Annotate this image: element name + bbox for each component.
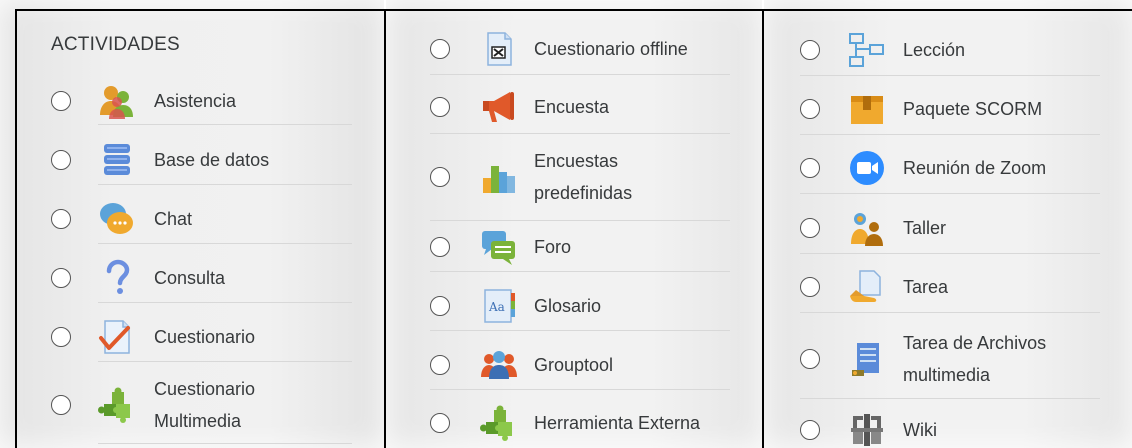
lesson-icon (848, 31, 886, 69)
row-separator (98, 124, 352, 125)
activity-radio[interactable] (800, 420, 820, 440)
row-separator (430, 271, 730, 272)
activity-label: Paquete SCORM (903, 99, 1043, 119)
activity-label: Asistencia (154, 91, 237, 111)
row-separator (430, 330, 730, 331)
megaphone-icon (480, 88, 518, 126)
zoom-icon (848, 149, 886, 187)
activity-label: Chat (154, 209, 193, 229)
activity-radio[interactable] (430, 167, 450, 187)
activity-label: Consulta (154, 268, 226, 288)
activity-radio[interactable] (430, 237, 450, 257)
activity-radio[interactable] (800, 218, 820, 238)
row-separator (800, 134, 1100, 135)
row-separator (98, 184, 352, 185)
row-separator (800, 193, 1100, 194)
activity-radio[interactable] (430, 413, 450, 433)
activity-label: Encuesta (534, 97, 610, 117)
activity-radio[interactable] (51, 150, 71, 170)
row-separator (800, 253, 1100, 254)
svg-text:Aa: Aa (488, 300, 505, 314)
row-separator (430, 133, 730, 134)
activity-label: Cuestionario (154, 327, 256, 347)
row-separator (98, 443, 352, 444)
row-separator (430, 389, 730, 390)
activity-radio[interactable] (800, 277, 820, 297)
database-icon (98, 141, 136, 179)
activity-label: Cuestionario offline (534, 39, 688, 59)
glossary-icon: Aa (480, 287, 518, 325)
question-icon (98, 259, 136, 297)
activity-label: Glosario (534, 296, 602, 316)
chat-icon (98, 200, 136, 238)
row-separator (800, 398, 1100, 399)
activity-label: Base de datos (154, 150, 270, 170)
table-border-left (15, 10, 17, 448)
table-border-top (15, 9, 1132, 11)
row-separator (98, 243, 352, 244)
activity-label: Encuestas predefinidas (534, 151, 633, 203)
activity-radio[interactable] (800, 158, 820, 178)
activity-label: Reunión de Zoom (903, 158, 1047, 178)
activity-label: Foro (534, 237, 572, 257)
activity-label: Grouptool (534, 355, 614, 375)
activity-label: Tarea de Archivos multimedia (903, 333, 1047, 385)
table-border-mid-1 (384, 10, 386, 448)
activity-radio[interactable] (430, 39, 450, 59)
activity-radio[interactable] (800, 349, 820, 369)
puzzle-icon (480, 404, 518, 442)
activity-radio[interactable] (430, 97, 450, 117)
activity-radio[interactable] (51, 91, 71, 111)
attendance-icon (98, 82, 136, 120)
bar-chart-icon (480, 158, 518, 196)
activity-label: Herramienta Externa (534, 413, 701, 433)
activity-label: Cuestionario Multimedia (154, 379, 256, 431)
row-separator (800, 312, 1100, 313)
activity-label: Tarea (903, 277, 949, 297)
activity-radio[interactable] (51, 327, 71, 347)
row-separator (800, 75, 1100, 76)
row-separator (98, 361, 352, 362)
puzzle-icon (98, 386, 136, 424)
activity-radio[interactable] (430, 296, 450, 316)
activity-label: Wiki (903, 420, 937, 440)
activity-radio[interactable] (430, 355, 450, 375)
workshop-icon (848, 209, 886, 247)
table-border-mid-2 (762, 10, 764, 448)
activity-radio[interactable] (51, 268, 71, 288)
package-icon (848, 90, 886, 128)
row-separator (98, 302, 352, 303)
forum-icon (480, 228, 518, 266)
quiz-icon (98, 318, 136, 356)
activity-radio[interactable] (51, 209, 71, 229)
assignment-icon (848, 268, 886, 306)
group-icon (480, 346, 518, 384)
activity-radio[interactable] (800, 40, 820, 60)
multimedia-assignment-icon (848, 340, 886, 378)
offline-quiz-icon (480, 30, 518, 68)
activity-radio[interactable] (51, 395, 71, 415)
activities-heading: ACTIVIDADES (51, 34, 180, 55)
row-separator (430, 220, 730, 221)
row-separator (430, 74, 730, 75)
activity-label: Lección (903, 40, 966, 60)
activity-radio[interactable] (800, 99, 820, 119)
wiki-icon (848, 411, 886, 448)
activity-label: Taller (903, 218, 947, 238)
